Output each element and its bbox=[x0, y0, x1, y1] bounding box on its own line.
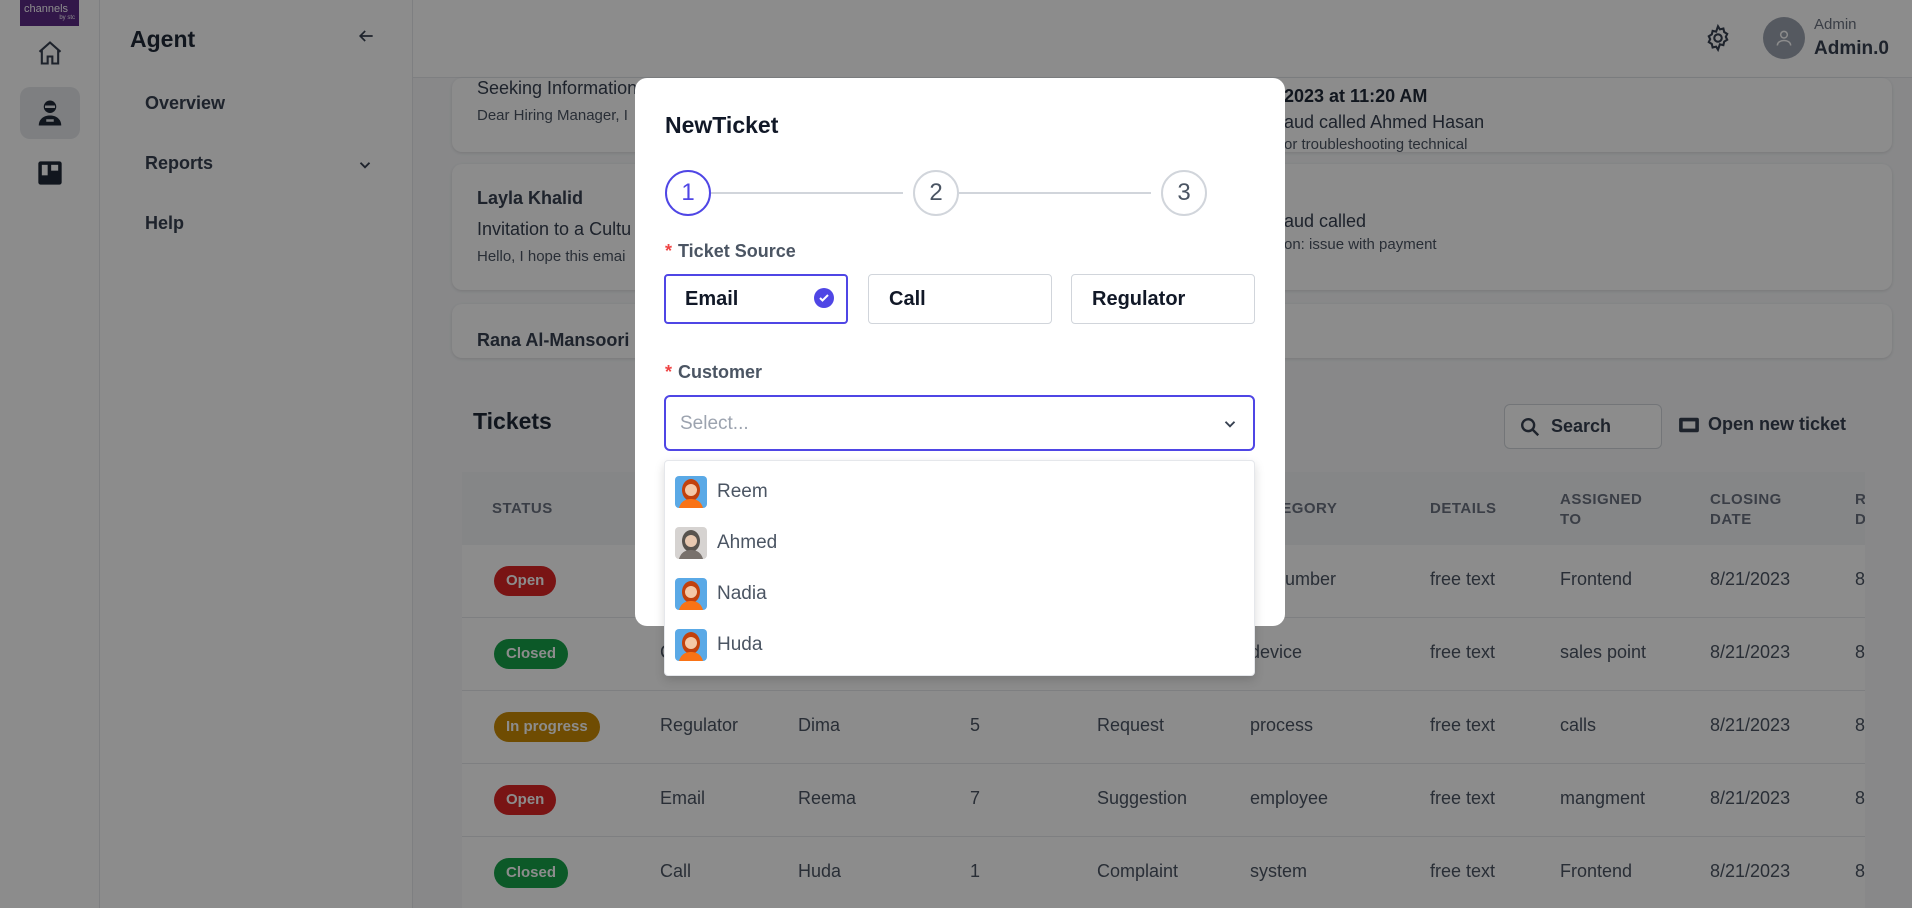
avatar bbox=[675, 577, 707, 610]
modal-title: NewTicket bbox=[665, 112, 779, 138]
check-circle-icon bbox=[814, 288, 834, 308]
avatar bbox=[675, 628, 707, 661]
source-option-call[interactable]: Call bbox=[868, 274, 1052, 324]
customer-option[interactable]: Nadia bbox=[665, 568, 1254, 619]
step-3[interactable]: 3 bbox=[1161, 170, 1207, 216]
customer-option[interactable]: Huda bbox=[665, 619, 1254, 670]
avatar bbox=[675, 475, 707, 508]
stepper-line bbox=[959, 192, 1151, 194]
customer-label: * Customer bbox=[665, 362, 763, 382]
customer-option[interactable]: Ahmed bbox=[665, 517, 1254, 568]
customer-select[interactable] bbox=[664, 395, 1255, 451]
customer-dropdown: Reem Ahmed Nadia Huda bbox=[664, 460, 1255, 676]
step-2[interactable]: 2 bbox=[913, 170, 959, 216]
stepper-line bbox=[711, 192, 903, 194]
avatar bbox=[675, 526, 707, 559]
customer-option[interactable]: Reem bbox=[665, 466, 1254, 517]
source-option-email[interactable]: Email bbox=[664, 274, 848, 324]
customer-search-input[interactable] bbox=[680, 411, 1200, 437]
source-option-regulator[interactable]: Regulator bbox=[1071, 274, 1255, 324]
step-1[interactable]: 1 bbox=[665, 170, 711, 216]
chevron-down-icon[interactable] bbox=[1221, 415, 1239, 438]
ticket-source-label: * Ticket Source bbox=[665, 241, 796, 261]
